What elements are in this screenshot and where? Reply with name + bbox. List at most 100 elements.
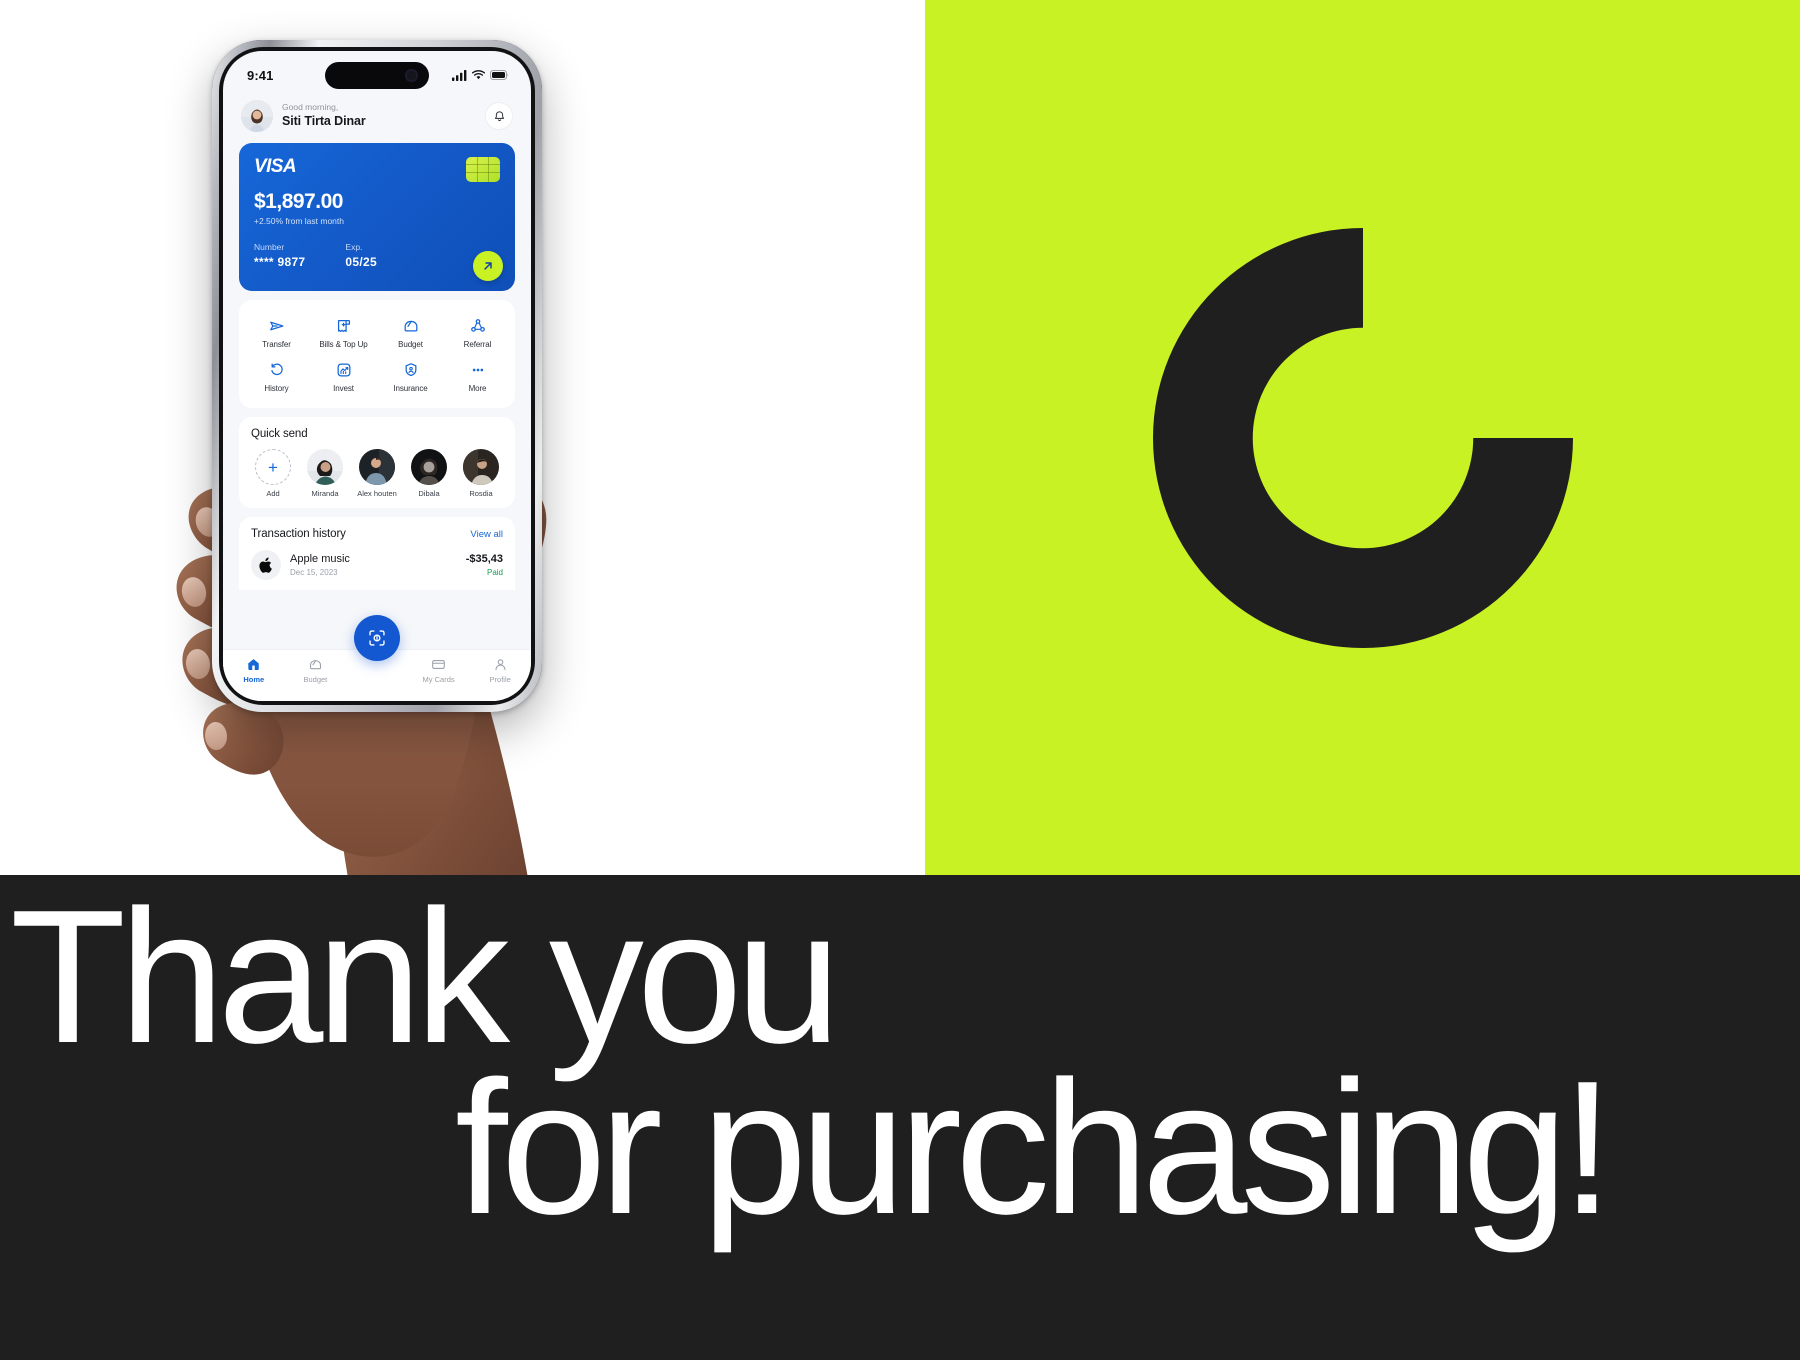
- action-label: Invest: [333, 384, 354, 393]
- dynamic-island: [325, 62, 429, 89]
- quick-actions-row-2: History Invest Insurance More: [243, 355, 511, 399]
- app-content: Good morning, Siti Tirta Dinar VISA $1,8…: [223, 51, 531, 701]
- receipt-plus-icon: [337, 319, 350, 333]
- card-meta: Number **** 9877 Exp. 05/25: [254, 242, 500, 271]
- contact-avatar: [411, 449, 447, 485]
- card-delta: +2.50% from last month: [254, 216, 345, 227]
- thankyou-line-1: Thank you: [10, 875, 841, 1083]
- app-header: Good morning, Siti Tirta Dinar: [233, 95, 521, 141]
- thankyou-line-2: for purchasing!: [455, 1042, 1614, 1254]
- thank-you-band: Thank you for purchasing!: [0, 875, 1800, 1360]
- card-exp-value: 05/25: [345, 254, 377, 269]
- action-referral[interactable]: Referral: [444, 311, 511, 355]
- card-icon: [432, 660, 445, 669]
- home-icon: [248, 659, 260, 670]
- visa-card[interactable]: VISA $1,897.00 +2.50% from last month Nu…: [239, 143, 515, 291]
- card-number-block: Number **** 9877: [254, 242, 305, 271]
- wifi-icon: [472, 70, 485, 80]
- transaction-title: Transaction history: [251, 528, 346, 540]
- transaction-amount: -$35,43: [465, 553, 503, 566]
- transaction-name: Apple music: [290, 553, 350, 566]
- plus-icon: +: [255, 449, 291, 485]
- action-label: Insurance: [393, 384, 428, 393]
- battery-full-icon: [490, 70, 509, 80]
- ellipsis-icon: [472, 368, 483, 372]
- arrow-up-right-icon: [484, 262, 492, 270]
- contact-name: Miranda: [311, 489, 339, 498]
- transaction-info: Apple music Dec 15, 2023: [290, 552, 457, 577]
- person-icon: [495, 659, 506, 671]
- contact-photo: [307, 449, 343, 485]
- card-balance: $1,897.00: [254, 190, 343, 213]
- action-label: Budget: [398, 340, 423, 349]
- quick-send-contact[interactable]: Alex houten: [355, 449, 399, 498]
- contact-name: Rosdia: [469, 489, 493, 498]
- contact-avatar: [359, 449, 395, 485]
- action-history[interactable]: History: [243, 355, 310, 399]
- notification-bell-button[interactable]: [485, 102, 513, 130]
- tab-budget[interactable]: Budget: [285, 656, 347, 684]
- contact-name: Dibala: [418, 489, 440, 498]
- quick-send-contact[interactable]: Rosdia: [459, 449, 503, 498]
- status-icons: [452, 69, 509, 81]
- card-action-button[interactable]: [473, 251, 503, 281]
- avatar-photo: [241, 100, 273, 132]
- action-insurance[interactable]: Insurance: [377, 355, 444, 399]
- status-badge: Paid: [486, 567, 503, 577]
- tab-my-cards[interactable]: My Cards: [408, 656, 470, 684]
- action-label: History: [264, 384, 289, 393]
- card-number-value: **** 9877: [254, 254, 306, 269]
- status-time: 9:41: [247, 67, 274, 83]
- card-exp-block: Exp. 05/25: [345, 242, 377, 271]
- contact-name: Alex houten: [357, 489, 397, 498]
- action-invest[interactable]: Invest: [310, 355, 377, 399]
- quick-send-add[interactable]: + Add: [251, 449, 295, 498]
- tab-label: Budget: [303, 675, 328, 684]
- send-paper-plane-icon: [269, 321, 283, 331]
- quick-actions-row-1: Transfer Bills & Top Up Budget Referral: [243, 311, 511, 355]
- quick-send-contact[interactable]: Dibala: [407, 449, 451, 498]
- action-bills-topup[interactable]: Bills & Top Up: [310, 311, 377, 355]
- wallet-icon: [404, 320, 417, 332]
- action-transfer[interactable]: Transfer: [243, 311, 310, 355]
- greeting-text: Good morning,: [282, 102, 339, 113]
- right-logo-panel: [925, 0, 1800, 875]
- view-all-link[interactable]: View all: [470, 529, 503, 540]
- contact-photo: [359, 449, 395, 485]
- contact-avatar: [307, 449, 343, 485]
- clock-rotate-icon: [270, 363, 283, 376]
- action-label: Referral: [463, 340, 492, 349]
- quick-send-card: Quick send + Add Miranda Alex houten Dib…: [239, 417, 515, 508]
- left-photo-panel: 9:41 Good morning, Siti Tirta Dinar VISA…: [0, 0, 925, 875]
- tab-home[interactable]: Home: [223, 656, 285, 684]
- contact-photo: [463, 449, 499, 485]
- people-network-icon: [470, 319, 485, 332]
- transaction-row[interactable]: Apple music Dec 15, 2023 -$35,43 Paid: [251, 550, 503, 580]
- quick-send-title: Quick send: [251, 428, 308, 440]
- transaction-date: Dec 15, 2023: [290, 567, 338, 577]
- quick-send-contact[interactable]: Miranda: [303, 449, 347, 498]
- circle-wedge-logo: [1152, 227, 1573, 648]
- visa-brand-label: VISA: [254, 156, 297, 177]
- action-more[interactable]: More: [444, 355, 511, 399]
- contact-photo: [411, 449, 447, 485]
- avatar[interactable]: [241, 100, 273, 132]
- qr-scan-button[interactable]: [354, 615, 400, 661]
- card-exp-label: Exp.: [345, 242, 363, 253]
- phone-screen: 9:41 Good morning, Siti Tirta Dinar VISA…: [223, 51, 531, 701]
- top-section: 9:41 Good morning, Siti Tirta Dinar VISA…: [0, 0, 1800, 875]
- apple-logo-icon: [251, 550, 281, 580]
- transaction-history-card: Transaction history View all Apple music…: [239, 517, 515, 590]
- poster-canvas: 9:41 Good morning, Siti Tirta Dinar VISA…: [0, 0, 1800, 1360]
- action-budget[interactable]: Budget: [377, 311, 444, 355]
- qr-scan-icon: [369, 630, 385, 646]
- wallet-icon: [309, 660, 321, 670]
- shield-person-icon: [405, 363, 416, 377]
- action-label: More: [468, 384, 487, 393]
- tab-label: My Cards: [422, 675, 455, 684]
- front-camera-icon: [405, 69, 418, 82]
- apple-glyph: [258, 556, 272, 573]
- tab-profile[interactable]: Profile: [469, 656, 531, 684]
- quick-actions-grid: Transfer Bills & Top Up Budget Referral …: [239, 300, 515, 408]
- action-label: Transfer: [262, 340, 291, 349]
